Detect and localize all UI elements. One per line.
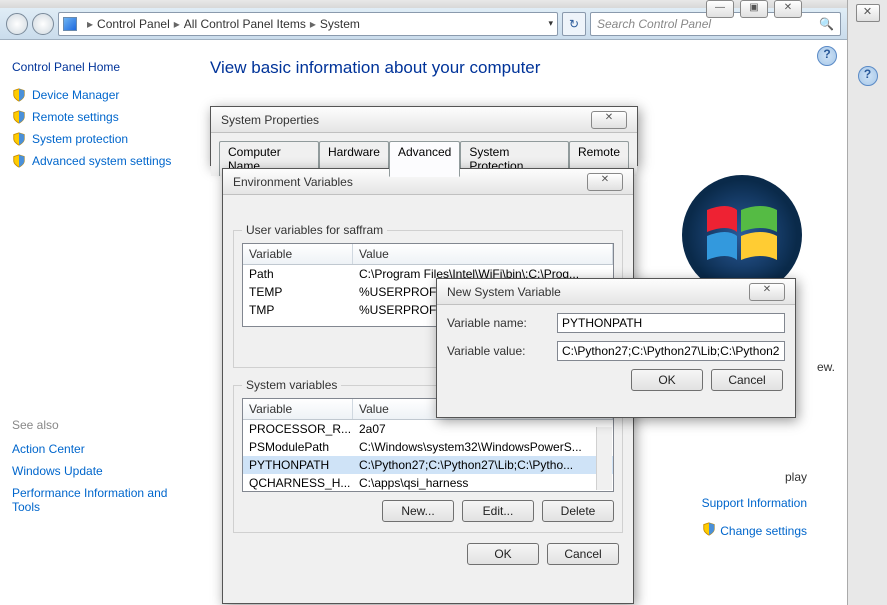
dialog-title: New System Variable — [447, 285, 561, 299]
support-info-link[interactable]: Support Information — [702, 496, 807, 510]
variable-name-label: Variable name: — [447, 316, 557, 330]
breadcrumb-item[interactable]: All Control Panel Items — [184, 17, 306, 31]
maximize-button[interactable]: ▣ — [740, 0, 768, 18]
close-button[interactable]: ✕ — [591, 111, 627, 129]
scrollbar[interactable] — [596, 427, 612, 490]
newvar-cancel-button[interactable]: Cancel — [711, 369, 783, 391]
search-icon: 🔍 — [819, 17, 834, 31]
sidebar-remote-settings[interactable]: Remote settings — [12, 110, 188, 124]
list-row[interactable]: PROCESSOR_R...2a07 — [243, 420, 613, 438]
sidebar: Control Panel Home Device Manager Remote… — [0, 40, 200, 605]
column-variable[interactable]: Variable — [243, 399, 353, 419]
see-also-performance[interactable]: Performance Information and Tools — [12, 486, 188, 514]
system-variables-label: System variables — [242, 378, 341, 392]
breadcrumb-sep: ▸ — [310, 17, 316, 31]
close-window-button[interactable]: ✕ — [774, 0, 802, 18]
see-also-action-center[interactable]: Action Center — [12, 442, 188, 456]
list-row[interactable]: PSModulePathC:\Windows\system32\WindowsP… — [243, 438, 613, 456]
variable-value-label: Variable value: — [447, 344, 557, 358]
minimize-button[interactable]: — — [706, 0, 734, 18]
variable-value-input[interactable] — [557, 341, 785, 361]
background-help-icon[interactable]: ? — [858, 66, 878, 86]
shield-icon — [12, 154, 26, 168]
sidebar-advanced-settings[interactable]: Advanced system settings — [12, 154, 188, 168]
sidebar-device-manager[interactable]: Device Manager — [12, 88, 188, 102]
sidebar-label: Advanced system settings — [32, 154, 171, 168]
system-properties-dialog: System Properties ✕ Computer Name Hardwa… — [210, 106, 638, 166]
close-button[interactable]: ✕ — [587, 173, 623, 191]
sidebar-label: System protection — [32, 132, 128, 146]
cell-val: C:\apps\qsi_harness — [353, 475, 613, 491]
search-placeholder: Search Control Panel — [597, 17, 711, 31]
shield-icon — [12, 88, 26, 102]
edit-sys-var-button[interactable]: Edit... — [462, 500, 534, 522]
help-icon[interactable]: ? — [817, 46, 837, 66]
delete-sys-var-button[interactable]: Delete — [542, 500, 614, 522]
breadcrumb-bar[interactable]: ▸ Control Panel ▸ All Control Panel Item… — [58, 12, 558, 36]
cell-var: TEMP — [243, 284, 353, 300]
page-title: View basic information about your comput… — [210, 58, 837, 78]
dialog-title: Environment Variables — [233, 175, 353, 189]
shield-icon — [12, 132, 26, 146]
cell-var: PROCESSOR_R... — [243, 421, 353, 437]
shield-icon — [12, 110, 26, 124]
sidebar-system-protection[interactable]: System protection — [12, 132, 188, 146]
cell-var: PYTHONPATH — [243, 457, 353, 473]
background-window-edge: ✕ ? — [847, 0, 887, 605]
cell-val: C:\Windows\system32\WindowsPowerS... — [353, 439, 613, 455]
new-system-variable-dialog: New System Variable ✕ Variable name: Var… — [436, 278, 796, 418]
breadcrumb-item[interactable]: Control Panel — [97, 17, 170, 31]
sidebar-label: Remote settings — [32, 110, 119, 124]
variable-name-input[interactable] — [557, 313, 785, 333]
sidebar-label: Device Manager — [32, 88, 119, 102]
window-titlebar: — ▣ ✕ — [0, 0, 887, 8]
list-row[interactable]: QCHARNESS_H...C:\apps\qsi_harness — [243, 474, 613, 492]
cell-var: Path — [243, 266, 353, 282]
newvar-ok-button[interactable]: OK — [631, 369, 703, 391]
breadcrumb-sep: ▸ — [87, 17, 93, 31]
system-icon — [63, 17, 77, 31]
cell-var: QCHARNESS_H... — [243, 475, 353, 491]
see-also-label: See also — [12, 418, 188, 432]
column-variable[interactable]: Variable — [243, 244, 353, 264]
background-close-icon[interactable]: ✕ — [856, 4, 880, 22]
breadcrumb-item[interactable]: System — [320, 17, 360, 31]
cell-val: C:\Python27;C:\Python27\Lib;C:\Pytho... — [353, 457, 613, 473]
nav-forward-button[interactable] — [32, 13, 54, 35]
sidebar-home-link[interactable]: Control Panel Home — [12, 60, 188, 74]
display-text-fragment: play — [785, 470, 807, 484]
cell-var: PSModulePath — [243, 439, 353, 455]
column-value[interactable]: Value — [353, 244, 613, 264]
breadcrumb-sep: ▸ — [174, 17, 180, 31]
truncated-text: ew. — [817, 360, 835, 374]
change-settings-link[interactable]: Change settings — [702, 522, 807, 539]
close-button[interactable]: ✕ — [749, 283, 785, 301]
breadcrumb-dropdown-icon[interactable]: ▾ — [548, 18, 553, 29]
tab-advanced[interactable]: Advanced — [389, 141, 460, 177]
cell-val: 2a07 — [353, 421, 613, 437]
user-variables-label: User variables for saffram — [242, 223, 387, 237]
nav-back-button[interactable] — [6, 13, 28, 35]
env-cancel-button[interactable]: Cancel — [547, 543, 619, 565]
list-row-selected[interactable]: PYTHONPATHC:\Python27;C:\Python27\Lib;C:… — [243, 456, 613, 474]
see-also-windows-update[interactable]: Windows Update — [12, 464, 188, 478]
shield-icon — [702, 522, 716, 539]
dialog-title: System Properties — [221, 113, 319, 127]
new-sys-var-button[interactable]: New... — [382, 500, 454, 522]
env-ok-button[interactable]: OK — [467, 543, 539, 565]
refresh-button[interactable]: ↻ — [562, 12, 586, 36]
change-settings-label: Change settings — [720, 524, 807, 538]
cell-var: TMP — [243, 302, 353, 318]
